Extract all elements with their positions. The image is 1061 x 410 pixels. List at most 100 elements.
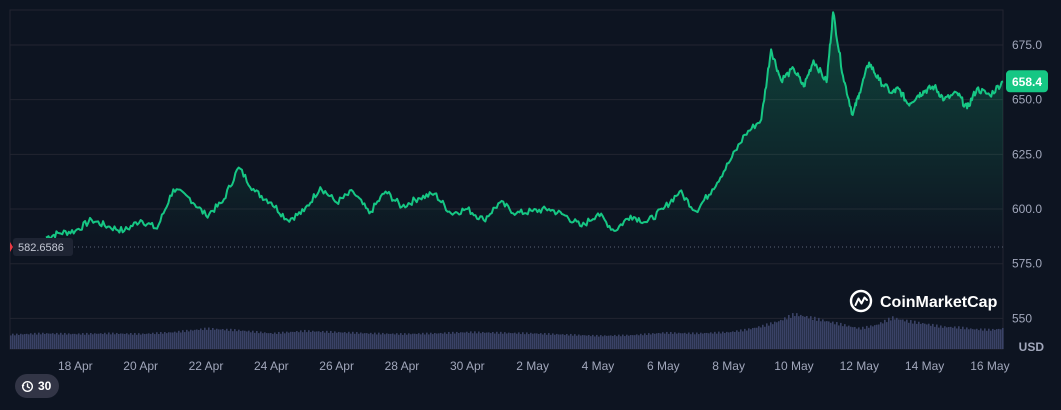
start-price-label: 582.6586 <box>18 242 64 254</box>
volume-bar <box>850 326 852 349</box>
volume-bar <box>90 332 92 349</box>
volume-bar <box>100 333 102 349</box>
volume-bar <box>618 334 620 349</box>
volume-bar <box>684 332 686 349</box>
volume-bar <box>110 334 112 349</box>
start-price-badge: 582.6586 <box>10 237 73 256</box>
volume-bar <box>916 323 918 349</box>
volume-bar <box>1000 329 1002 349</box>
volume-bar <box>388 333 390 349</box>
volume-bar <box>828 321 830 349</box>
y-tick-label: 575.0 <box>1012 257 1042 271</box>
volume-bar <box>28 334 30 349</box>
volume-bar <box>914 320 916 349</box>
volume-bar <box>598 336 600 349</box>
volume-bar <box>956 328 958 349</box>
volume-bar <box>562 334 564 349</box>
volume-bar <box>502 333 504 349</box>
volume-bar <box>424 334 426 349</box>
volume-bar <box>508 332 510 349</box>
volume-bar <box>428 334 430 349</box>
volume-bar <box>752 327 754 349</box>
volume-bar <box>436 333 438 349</box>
volume-bar <box>898 319 900 349</box>
volume-bar <box>686 333 688 349</box>
volume-bar <box>552 333 554 349</box>
volume-bar <box>582 335 584 349</box>
volume-bar <box>692 332 694 349</box>
volume-bar <box>104 332 106 349</box>
current-price-label: 658.4 <box>1012 75 1042 89</box>
volume-bar <box>352 331 354 349</box>
volume-bar <box>842 326 844 349</box>
volume-bar <box>322 330 324 349</box>
volume-bar <box>232 331 234 349</box>
volume-bar <box>16 333 18 349</box>
volume-bar <box>252 330 254 349</box>
volume-bar <box>394 334 396 349</box>
volume-bar <box>406 334 408 349</box>
volume-bar <box>924 323 926 349</box>
volume-bar <box>846 326 848 349</box>
volume-bar <box>988 328 990 349</box>
timeframe-button[interactable]: 30 <box>15 374 60 398</box>
volume-bar <box>990 330 992 349</box>
volume-bar <box>600 335 602 349</box>
volume-bar <box>328 332 330 349</box>
volume-bar <box>560 334 562 349</box>
volume-bar <box>854 326 856 349</box>
volume-bar <box>548 333 550 349</box>
volume-bar <box>272 333 274 349</box>
volume-bar <box>632 335 634 349</box>
volume-bar <box>116 332 118 349</box>
volume-bar <box>960 328 962 349</box>
x-tick-label: 8 May <box>712 359 745 373</box>
volume-bar <box>816 320 818 349</box>
volume-bar <box>754 327 756 349</box>
volume-bar <box>398 334 400 349</box>
volume-bar <box>226 328 228 349</box>
volume-bar <box>790 317 792 349</box>
volume-bar <box>482 331 484 349</box>
volume-bar <box>138 333 140 349</box>
volume-bar <box>630 334 632 349</box>
volume-bar <box>128 334 130 349</box>
volume-bar <box>928 323 930 349</box>
watermark-text: CoinMarketCap <box>880 294 998 311</box>
volume-bar <box>784 317 786 349</box>
volume-bar <box>302 332 304 349</box>
volume-bar <box>896 317 898 349</box>
volume-bar <box>952 327 954 349</box>
volume-bar <box>872 326 874 349</box>
volume-bar <box>86 332 88 349</box>
volume-bar <box>540 333 542 349</box>
volume-bar <box>606 335 608 349</box>
volume-bar <box>836 322 838 349</box>
volume-bar <box>294 332 296 349</box>
volume-bar <box>452 331 454 349</box>
volume-bar <box>472 333 474 349</box>
volume-bar <box>794 316 796 349</box>
volume-bar <box>396 333 398 349</box>
volume-bar <box>604 335 606 349</box>
volume-bar <box>588 334 590 349</box>
volume-bar <box>902 319 904 349</box>
volume-bar <box>342 332 344 349</box>
volume-bar <box>288 332 290 349</box>
price-area-fill <box>45 12 1003 248</box>
volume-bar <box>300 330 302 349</box>
volume-bar <box>58 334 60 349</box>
volume-bar <box>144 334 146 349</box>
volume-bar <box>566 333 568 349</box>
volume-bar <box>336 332 338 349</box>
volume-bar <box>710 332 712 349</box>
volume-bar <box>950 326 952 349</box>
volume-bar <box>624 336 626 349</box>
volume-bar <box>934 326 936 349</box>
volume-bar <box>164 332 166 349</box>
volume-bar <box>12 333 14 349</box>
volume-bar <box>926 324 928 349</box>
volume-bar <box>30 333 32 349</box>
volume-bar <box>874 325 876 349</box>
volume-bar <box>920 323 922 349</box>
